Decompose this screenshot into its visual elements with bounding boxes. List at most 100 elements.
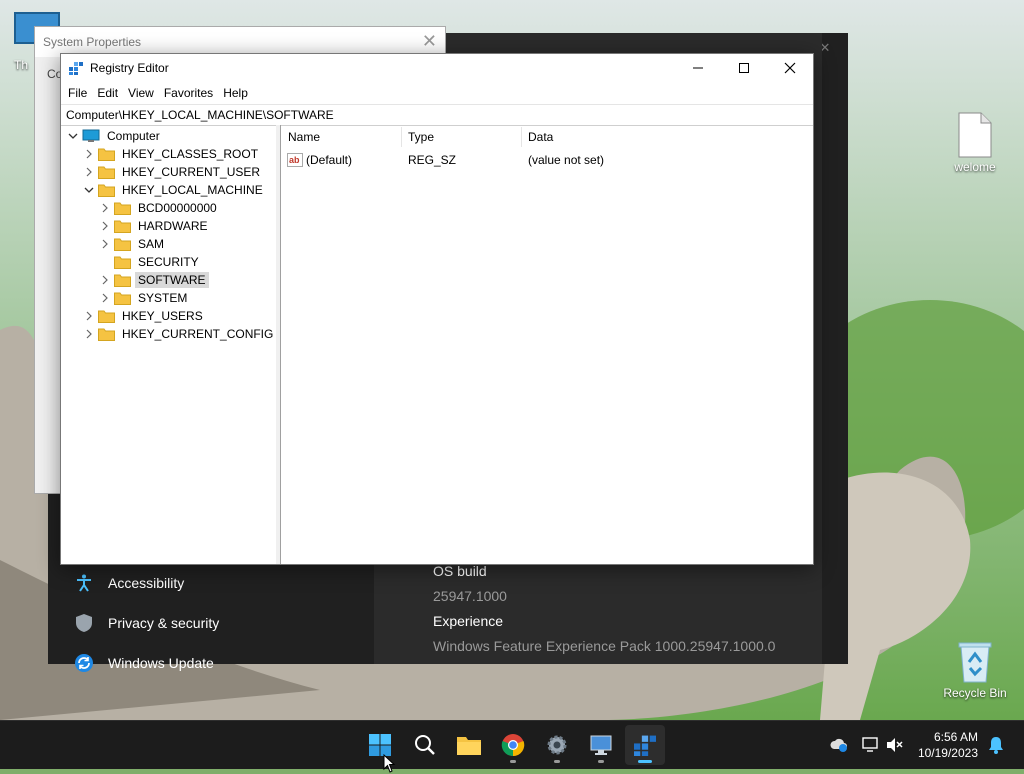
chevron-right-icon[interactable] xyxy=(82,327,96,341)
window-title: Registry Editor xyxy=(90,61,169,75)
registry-icon xyxy=(634,735,656,756)
nav-item-accessibility[interactable]: Accessibility xyxy=(48,563,374,603)
menu-view[interactable]: View xyxy=(123,86,159,100)
accessibility-icon xyxy=(74,573,94,593)
chevron-down-icon[interactable] xyxy=(66,129,80,143)
running-indicator xyxy=(554,760,560,763)
folder-icon xyxy=(457,737,481,755)
tree-node[interactable]: SOFTWARE xyxy=(98,271,209,289)
folder-icon xyxy=(98,184,119,197)
registry-editor-titlebar[interactable]: Registry Editor xyxy=(61,54,813,82)
computer-icon xyxy=(590,735,612,755)
cloud-icon xyxy=(830,738,847,752)
tree-node[interactable]: Computer xyxy=(66,127,163,145)
search-button[interactable] xyxy=(405,725,445,765)
tray-volume-icon[interactable] xyxy=(886,737,904,756)
chrome-button[interactable] xyxy=(493,725,533,765)
tree-node-label: BCD00000000 xyxy=(138,201,217,215)
tray-network-icon[interactable] xyxy=(830,737,848,756)
taskbar: 6:56 AM 10/19/2023 xyxy=(0,720,1024,769)
search-icon xyxy=(415,735,435,755)
gear-icon xyxy=(547,735,567,755)
tree-node[interactable]: HKEY_CURRENT_CONFIG xyxy=(82,325,276,343)
chevron-right-icon[interactable] xyxy=(98,273,112,287)
os-build-value: 25947.1000 xyxy=(433,588,507,604)
menu-edit[interactable]: Edit xyxy=(92,86,123,100)
settings-nav: Accessibility Privacy & security Windows… xyxy=(48,563,374,683)
maximize-icon xyxy=(739,63,749,73)
menu-file[interactable]: File xyxy=(63,86,92,100)
tree-node[interactable]: HKEY_CLASSES_ROOT xyxy=(82,145,261,163)
chevron-right-icon[interactable] xyxy=(82,165,96,179)
clock-date: 10/19/2023 xyxy=(917,746,978,760)
file-icon xyxy=(958,112,992,158)
mouse-cursor-icon xyxy=(383,754,396,773)
registry-editor-button[interactable] xyxy=(625,725,665,765)
tree-node[interactable]: SECURITY xyxy=(98,253,202,271)
nav-item-windows-update[interactable]: Windows Update xyxy=(48,643,374,683)
registry-body: Computer HKEY_CLASSES_ROOT HKEY_CURRENT_US… xyxy=(61,125,813,564)
chevron-down-icon[interactable] xyxy=(82,183,96,197)
chevron-right-icon[interactable] xyxy=(98,219,112,233)
nav-item-privacy-security[interactable]: Privacy & security xyxy=(48,603,374,643)
column-header-data[interactable]: Data xyxy=(521,125,721,149)
value-type: REG_SZ xyxy=(408,153,457,167)
chevron-right-icon[interactable] xyxy=(82,147,96,161)
close-icon[interactable]: ✕ xyxy=(422,31,437,52)
tree-node-label: Computer xyxy=(107,129,160,143)
file-explorer-button[interactable] xyxy=(449,725,489,765)
tree-node[interactable]: SAM xyxy=(98,235,167,253)
nav-item-label: Windows Update xyxy=(108,655,214,671)
tree-node[interactable]: HARDWARE xyxy=(98,217,211,235)
chevron-right-icon[interactable] xyxy=(82,309,96,323)
menu-help[interactable]: Help xyxy=(218,86,253,100)
system-properties-button[interactable] xyxy=(581,725,621,765)
computer-icon xyxy=(82,129,104,143)
chevron-right-icon[interactable] xyxy=(98,201,112,215)
tray-display-icon[interactable] xyxy=(862,737,880,756)
menu-favorites[interactable]: Favorites xyxy=(159,86,218,100)
chrome-icon xyxy=(501,734,525,757)
folder-icon xyxy=(114,256,135,269)
value-data: (value not set) xyxy=(528,153,605,167)
minimize-button[interactable] xyxy=(675,54,721,82)
update-icon xyxy=(74,653,94,673)
tree-node[interactable]: SYSTEM xyxy=(98,289,190,307)
tree-node-label: HKEY_LOCAL_MACHINE xyxy=(122,183,263,197)
desktop-icon-label: Recycle Bin xyxy=(943,686,1007,700)
value-name: (Default) xyxy=(306,153,353,167)
value-row-default[interactable]: ab (Default) xyxy=(287,151,352,169)
registry-editor-window[interactable]: Registry Editor File Edit View Favorites… xyxy=(60,53,814,565)
clock-time: 6:56 AM xyxy=(933,730,978,744)
window-controls xyxy=(675,54,813,82)
tree-node[interactable]: HKEY_USERS xyxy=(82,307,206,325)
tree-node[interactable]: HKEY_CURRENT_USER xyxy=(82,163,263,181)
menu-bar: File Edit View Favorites Help xyxy=(61,82,813,104)
chevron-right-icon[interactable] xyxy=(98,291,112,305)
window-title: System Properties xyxy=(43,35,142,49)
chevron-right-icon[interactable] xyxy=(98,237,112,251)
running-indicator xyxy=(638,760,652,763)
column-header-type[interactable]: Type xyxy=(401,125,521,149)
experience-label: Experience xyxy=(433,613,504,629)
desktop-icon-recycle-bin[interactable]: Recycle Bin xyxy=(935,640,1015,700)
registry-icon xyxy=(69,62,83,75)
tree-node[interactable]: HKEY_LOCAL_MACHINE xyxy=(82,181,266,199)
tree-node-label: HKEY_CURRENT_CONFIG xyxy=(122,327,274,341)
tree-node-label: HARDWARE xyxy=(138,219,208,233)
maximize-button[interactable] xyxy=(721,54,767,82)
folder-icon xyxy=(98,166,119,179)
column-header-name[interactable]: Name xyxy=(281,125,401,149)
settings-button[interactable] xyxy=(537,725,577,765)
address-bar[interactable]: Computer\HKEY_LOCAL_MACHINE\SOFTWARE xyxy=(61,104,813,126)
desktop-icon-label: welome xyxy=(954,160,996,174)
shield-icon xyxy=(74,613,94,633)
folder-icon xyxy=(114,202,135,215)
close-button[interactable] xyxy=(767,54,813,82)
desktop-icon-welome[interactable]: welome xyxy=(935,112,1015,174)
tree-node[interactable]: BCD00000000 xyxy=(98,199,220,217)
clock[interactable]: 6:56 AM 10/19/2023 xyxy=(918,729,978,761)
tree-node-label: SYSTEM xyxy=(138,291,188,305)
notification-button[interactable] xyxy=(988,736,1004,757)
